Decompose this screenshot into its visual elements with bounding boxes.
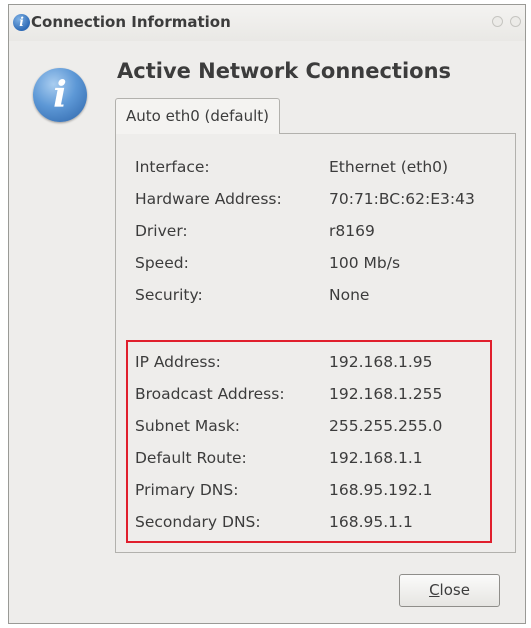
connection-information-dialog: i Connection Information i Active Networ… xyxy=(8,4,526,624)
info-icon: i xyxy=(33,68,87,122)
close-button-label: lose xyxy=(439,581,470,599)
window-title: Connection Information xyxy=(31,13,231,31)
info-label: Primary DNS: xyxy=(135,481,239,499)
info-row-primary-dns: Primary DNS: 168.95.192.1 xyxy=(116,477,515,507)
info-row-security: Security: None xyxy=(116,282,515,312)
info-icon: i xyxy=(13,14,30,31)
info-value: Ethernet (eth0) xyxy=(329,158,449,176)
title-bar[interactable]: i Connection Information xyxy=(9,5,525,41)
close-button-mnemonic: C xyxy=(429,581,440,599)
close-button[interactable]: Close xyxy=(399,574,500,607)
info-value: 192.168.1.95 xyxy=(329,353,433,371)
info-row-driver: Driver: r8169 xyxy=(116,218,515,248)
info-value: 192.168.1.255 xyxy=(329,385,443,403)
info-value: 168.95.192.1 xyxy=(329,481,433,499)
info-row-ip-address: IP Address: 192.168.1.95 xyxy=(116,349,515,379)
info-row-speed: Speed: 100 Mb/s xyxy=(116,250,515,280)
info-value: 100 Mb/s xyxy=(329,254,401,272)
info-label: Secondary DNS: xyxy=(135,513,261,531)
info-row-subnet-mask: Subnet Mask: 255.255.255.0 xyxy=(116,413,515,443)
info-label: Broadcast Address: xyxy=(135,385,285,403)
info-value: 70:71:BC:62:E3:43 xyxy=(329,190,475,208)
dialog-heading: Active Network Connections xyxy=(117,59,452,83)
info-value: r8169 xyxy=(329,222,375,240)
info-value: None xyxy=(329,286,370,304)
window-close-button[interactable] xyxy=(510,16,521,27)
info-row-secondary-dns: Secondary DNS: 168.95.1.1 xyxy=(116,509,515,539)
info-label: Default Route: xyxy=(135,449,247,467)
info-label: Security: xyxy=(135,286,203,304)
info-row-hardware-address: Hardware Address: 70:71:BC:62:E3:43 xyxy=(116,186,515,216)
info-label: Interface: xyxy=(135,158,210,176)
info-value: 255.255.255.0 xyxy=(329,417,443,435)
info-row-default-route: Default Route: 192.168.1.1 xyxy=(116,445,515,475)
info-value: 192.168.1.1 xyxy=(329,449,423,467)
minimize-button[interactable] xyxy=(492,16,503,27)
info-row-interface: Interface: Ethernet (eth0) xyxy=(116,154,515,184)
info-label: Hardware Address: xyxy=(135,190,282,208)
info-label: IP Address: xyxy=(135,353,221,371)
info-row-broadcast-address: Broadcast Address: 192.168.1.255 xyxy=(116,381,515,411)
connection-details-panel: Interface: Ethernet (eth0) Hardware Addr… xyxy=(115,133,516,553)
tab-auto-eth0[interactable]: Auto eth0 (default) xyxy=(115,98,281,134)
info-value: 168.95.1.1 xyxy=(329,513,413,531)
info-label: Driver: xyxy=(135,222,188,240)
info-label: Speed: xyxy=(135,254,189,272)
info-label: Subnet Mask: xyxy=(135,417,241,435)
